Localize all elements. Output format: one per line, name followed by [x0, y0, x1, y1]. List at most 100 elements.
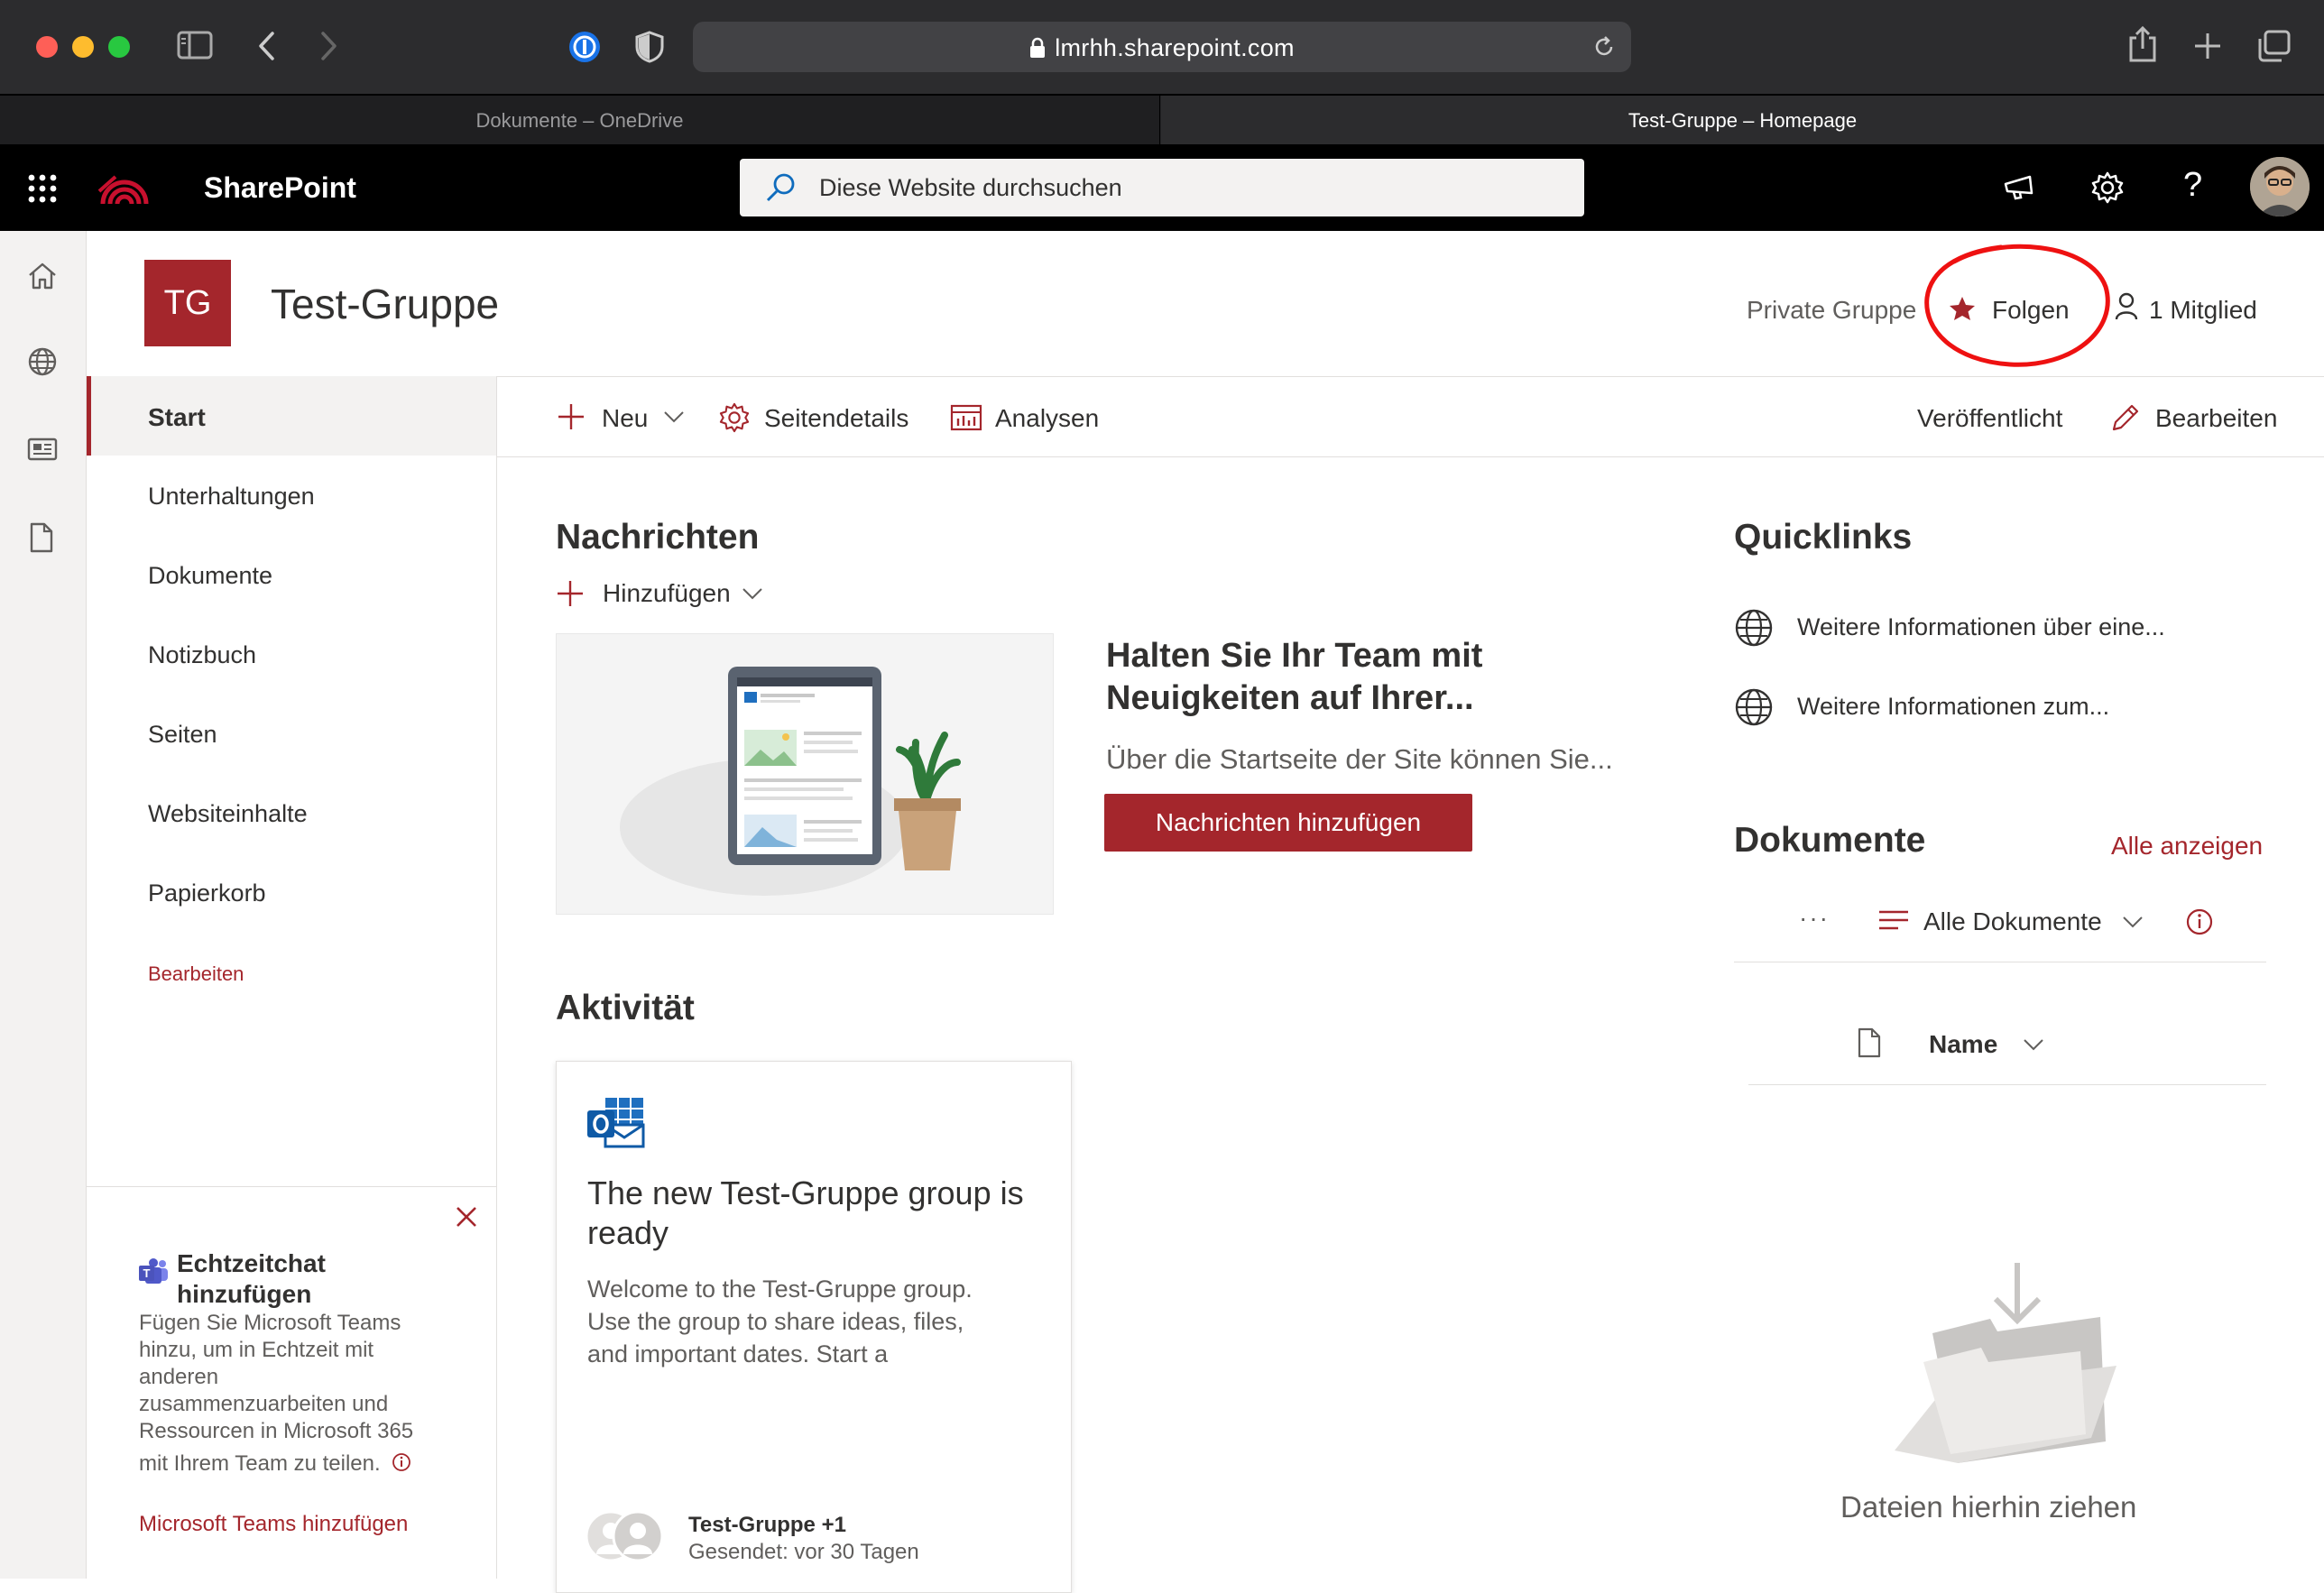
- reload-icon[interactable]: [1591, 34, 1617, 60]
- page-icon[interactable]: [29, 521, 54, 554]
- news-add-button[interactable]: Hinzufügen: [556, 577, 772, 610]
- news-add-label: Hinzufügen: [603, 579, 731, 607]
- activity-card-body-line: and important dates. Start a: [587, 1340, 889, 1367]
- gear-icon: [719, 402, 750, 433]
- new-label: Neu: [602, 404, 649, 432]
- tab-test-gruppe[interactable]: Test-Gruppe – Homepage: [1161, 96, 2324, 146]
- nav-item-seiten[interactable]: Seiten: [148, 721, 217, 749]
- back-icon[interactable]: [256, 31, 276, 61]
- zoom-window-button[interactable]: [108, 36, 130, 58]
- view-label: Alle Dokumente: [1923, 907, 2102, 935]
- activity-card-body: Welcome to the Test-Gruppe group. Use th…: [587, 1273, 973, 1370]
- nav-item-dokumente[interactable]: Dokumente: [148, 562, 272, 590]
- app-launcher-icon[interactable]: [27, 173, 58, 204]
- activity-card[interactable]: The new Test-Gruppe group is ready Welco…: [556, 1061, 1072, 1593]
- add-teams-link[interactable]: Microsoft Teams hinzufügen: [139, 1512, 408, 1537]
- more-options-button[interactable]: ···: [1799, 904, 1830, 933]
- quicklink-item[interactable]: Weitere Informationen zum...: [1734, 686, 2275, 727]
- activity-sender: Test-Gruppe +1: [688, 1513, 846, 1537]
- nav-item-notizbuch[interactable]: Notizbuch: [148, 641, 256, 669]
- teams-promo-body-line: anderen: [139, 1365, 219, 1389]
- nav-item-papierkorb[interactable]: Papierkorb: [148, 879, 266, 907]
- help-icon[interactable]: ?: [2183, 166, 2202, 205]
- chevron-down-icon: [663, 410, 685, 424]
- edit-label: Bearbeiten: [2155, 404, 2278, 432]
- analytics-chart-icon: [950, 404, 982, 431]
- quicklinks-heading: Quicklinks: [1734, 518, 1913, 557]
- nav-edit-link[interactable]: Bearbeiten: [148, 962, 244, 986]
- chevron-down-icon: [2023, 1037, 2044, 1052]
- close-icon[interactable]: [455, 1205, 478, 1229]
- tab-overview-icon[interactable]: [2255, 29, 2292, 63]
- quicklink-item[interactable]: Weitere Informationen über eine...: [1734, 606, 2275, 648]
- name-column-label: Name: [1929, 1030, 1998, 1058]
- empty-folder-icon: [1891, 1261, 2116, 1469]
- nav-item-websiteinhalte[interactable]: Websiteinhalte: [148, 800, 308, 828]
- lock-icon: [1029, 37, 1046, 59]
- site-title[interactable]: Test-Gruppe: [271, 280, 499, 328]
- name-column-header[interactable]: Name: [1929, 1028, 2055, 1061]
- globe-icon[interactable]: [27, 346, 58, 377]
- tab-bar: Dokumente – OneDrive Test-Gruppe – Homep…: [0, 94, 2324, 146]
- search-icon: [765, 172, 798, 203]
- nav-item-unterhaltungen[interactable]: Unterhaltungen: [148, 483, 315, 511]
- password-manager-icon[interactable]: [567, 29, 603, 65]
- site-logo[interactable]: TG: [144, 260, 231, 346]
- megaphone-icon[interactable]: [2003, 173, 2037, 202]
- group-avatars-icon: [584, 1509, 674, 1563]
- file-type-icon: [1857, 1027, 1882, 1059]
- publish-status: Veröffentlicht: [1917, 404, 2063, 432]
- teams-promo-panel: T Echtzeitchat hinzufügen Fügen Sie Micr…: [87, 1186, 496, 1579]
- close-window-button[interactable]: [36, 36, 58, 58]
- avatar[interactable]: [2250, 157, 2310, 216]
- add-news-button[interactable]: Nachrichten hinzufügen: [1104, 794, 1472, 852]
- info-icon[interactable]: [392, 1452, 411, 1472]
- forward-icon[interactable]: [319, 31, 339, 61]
- home-icon[interactable]: [27, 262, 58, 290]
- minimize-window-button[interactable]: [72, 36, 94, 58]
- news-icon[interactable]: [27, 437, 58, 462]
- address-bar[interactable]: lmrhh.sharepoint.com: [693, 22, 1631, 72]
- page-details-label: Seitendetails: [764, 404, 909, 432]
- site-navigation: Start Unterhaltungen Dokumente Notizbuch…: [87, 376, 497, 1579]
- teams-promo-body-line: Ressourcen in Microsoft 365: [139, 1419, 414, 1443]
- share-icon[interactable]: [2127, 25, 2158, 63]
- new-tab-icon[interactable]: [2192, 31, 2223, 61]
- privacy-shield-icon[interactable]: [635, 31, 664, 63]
- svg-text:T: T: [143, 1266, 151, 1280]
- view-selector[interactable]: Alle Dokumente: [1878, 906, 2149, 942]
- news-illustration: [556, 633, 1054, 915]
- teams-promo-body-line: Fügen Sie Microsoft Teams: [139, 1311, 401, 1335]
- globe-icon: [1734, 608, 1774, 648]
- teams-promo-body-line: hinzu, um in Echtzeit mit: [139, 1338, 374, 1362]
- see-all-link[interactable]: Alle anzeigen: [2111, 832, 2263, 861]
- members-label: 1 Mitglied: [2149, 296, 2257, 324]
- chevron-down-icon: [2122, 915, 2144, 929]
- organization-logo-icon[interactable]: [97, 164, 152, 211]
- app-name[interactable]: SharePoint: [204, 171, 356, 205]
- quicklink-label: Weitere Informationen über eine...: [1797, 613, 2165, 640]
- teams-promo-body-line: mit Ihrem Team zu teilen.: [139, 1451, 381, 1476]
- plus-icon: [557, 402, 586, 431]
- plus-icon: [556, 579, 585, 608]
- tab-label: Test-Gruppe – Homepage: [1628, 109, 1858, 132]
- tab-onedrive[interactable]: Dokumente – OneDrive: [0, 96, 1160, 146]
- activity-card-body-line: Use the group to share ideas, files,: [587, 1308, 964, 1335]
- pencil-icon: [2110, 402, 2141, 433]
- nav-item-start[interactable]: Start: [87, 376, 496, 456]
- command-bar: Neu Seitendetails Analysen Veröffentlich…: [497, 376, 2324, 457]
- list-view-icon: [1878, 909, 1909, 933]
- teams-promo-body-line: zusammenzuarbeiten und: [139, 1392, 389, 1416]
- info-icon[interactable]: [2185, 907, 2214, 936]
- quicklink-label: Weitere Informationen zum...: [1797, 693, 2110, 720]
- news-card-title[interactable]: Halten Sie Ihr Team mit Neuigkeiten auf …: [1106, 635, 1482, 720]
- settings-gear-icon[interactable]: [2091, 171, 2124, 204]
- news-card-title-line: Neuigkeiten auf Ihrer...: [1106, 679, 1474, 717]
- activity-heading: Aktivität: [556, 989, 695, 1027]
- activity-card-title-line: The new Test-Gruppe group is: [587, 1174, 1024, 1211]
- sidebar-toggle-icon[interactable]: [177, 31, 213, 60]
- news-card-title-line: Halten Sie Ihr Team mit: [1106, 637, 1483, 675]
- activity-sent-time: Gesendet: vor 30 Tagen: [688, 1540, 919, 1564]
- teams-icon: T: [137, 1257, 170, 1286]
- site-search-input[interactable]: Diese Website durchsuchen: [740, 159, 1584, 216]
